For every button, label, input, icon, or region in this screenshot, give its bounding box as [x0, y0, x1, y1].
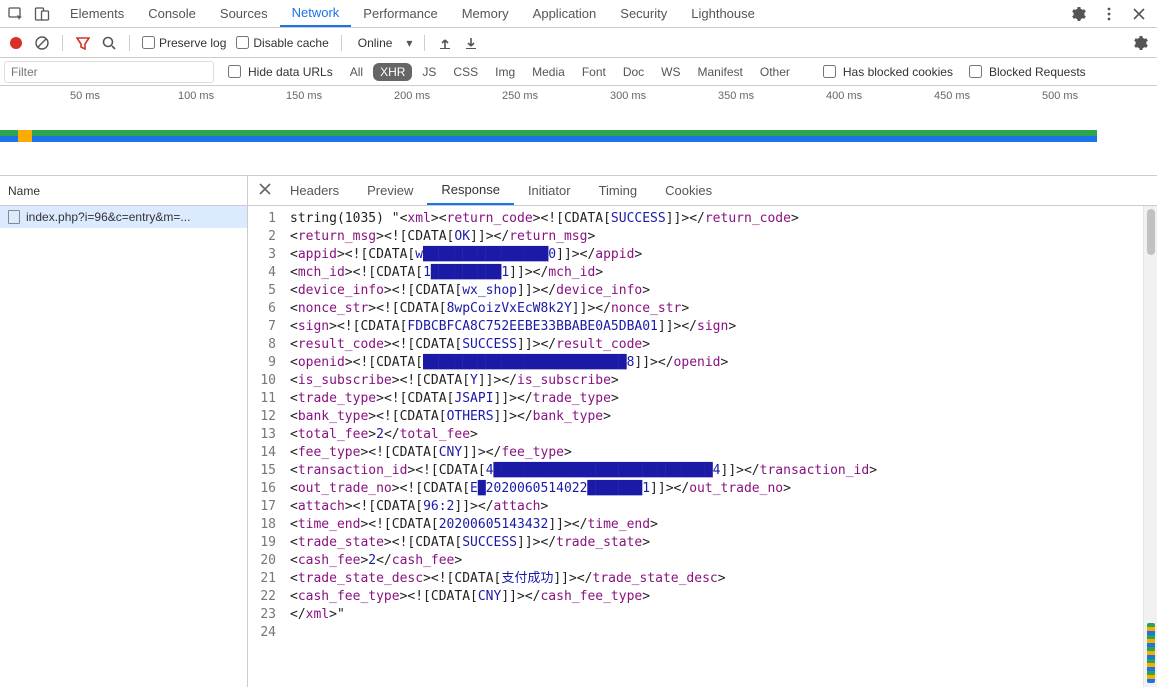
- timeline-bar: [18, 130, 32, 142]
- detail-tab-bar: HeadersPreviewResponseInitiatorTimingCoo…: [248, 176, 1157, 206]
- timeline-tick: 350 ms: [718, 90, 754, 102]
- close-devtools-icon[interactable]: [1131, 6, 1147, 22]
- tab-application[interactable]: Application: [521, 0, 609, 27]
- timeline-tick: 250 ms: [502, 90, 538, 102]
- tab-console[interactable]: Console: [136, 0, 208, 27]
- detail-tab-timing[interactable]: Timing: [585, 176, 652, 205]
- search-icon[interactable]: [101, 35, 117, 51]
- has-blocked-cookies-checkbox[interactable]: Has blocked cookies: [813, 62, 959, 81]
- tab-elements[interactable]: Elements: [58, 0, 136, 27]
- detail-tab-initiator[interactable]: Initiator: [514, 176, 585, 205]
- disable-cache-checkbox[interactable]: Disable cache: [236, 36, 328, 50]
- preserve-log-checkbox[interactable]: Preserve log: [142, 36, 226, 50]
- network-filter-bar: Hide data URLs AllXHRJSCSSImgMediaFontDo…: [0, 58, 1157, 86]
- filter-type-css[interactable]: CSS: [446, 63, 485, 81]
- timeline-tick: 400 ms: [826, 90, 862, 102]
- throttling-select[interactable]: Online ▾: [354, 36, 413, 50]
- device-toolbar-icon[interactable]: [34, 6, 50, 22]
- settings-gear-icon[interactable]: [1071, 6, 1087, 22]
- filter-input[interactable]: [4, 61, 214, 83]
- detail-tab-preview[interactable]: Preview: [353, 176, 427, 205]
- network-toolbar: Preserve log Disable cache Online ▾: [0, 28, 1157, 58]
- filter-toggle-icon[interactable]: [75, 35, 91, 51]
- filter-type-doc[interactable]: Doc: [616, 63, 651, 81]
- blocked-requests-checkbox[interactable]: Blocked Requests: [959, 62, 1092, 81]
- upload-har-icon[interactable]: [437, 35, 453, 51]
- timeline-overview[interactable]: 50 ms 100 ms 150 ms 200 ms 250 ms 300 ms 350 m…: [0, 86, 1157, 176]
- filter-type-all[interactable]: All: [343, 63, 370, 81]
- tab-lighthouse[interactable]: Lighthouse: [679, 0, 767, 27]
- tab-security[interactable]: Security: [608, 0, 679, 27]
- filter-type-ws[interactable]: WS: [654, 63, 687, 81]
- file-icon: [8, 210, 20, 224]
- timeline-tick: 200 ms: [394, 90, 430, 102]
- detail-tab-headers[interactable]: Headers: [276, 176, 353, 205]
- request-row[interactable]: index.php?i=96&c=entry&m=...: [0, 206, 247, 228]
- requests-header-name[interactable]: Name: [0, 176, 247, 206]
- timeline-tick: 450 ms: [934, 90, 970, 102]
- tab-performance[interactable]: Performance: [351, 0, 449, 27]
- clear-icon[interactable]: [34, 35, 50, 51]
- detail-tab-cookies[interactable]: Cookies: [651, 176, 726, 205]
- tab-sources[interactable]: Sources: [208, 0, 280, 27]
- timeline-tick: 50 ms: [70, 90, 100, 102]
- filter-type-img[interactable]: Img: [488, 63, 522, 81]
- devtools-tab-bar: ElementsConsoleSourcesNetworkPerformance…: [0, 0, 1157, 28]
- inspect-element-icon[interactable]: [8, 6, 24, 22]
- scrollbar-minimap: [1147, 623, 1155, 683]
- network-settings-gear-icon[interactable]: [1133, 35, 1149, 51]
- tab-memory[interactable]: Memory: [450, 0, 521, 27]
- request-list-pane: Name index.php?i=96&c=entry&m=...: [0, 176, 248, 687]
- tab-network[interactable]: Network: [280, 0, 352, 27]
- filter-type-media[interactable]: Media: [525, 63, 572, 81]
- record-icon[interactable]: [8, 35, 24, 51]
- kebab-menu-icon[interactable]: [1101, 6, 1117, 22]
- timeline-tick: 150 ms: [286, 90, 322, 102]
- detail-tab-response[interactable]: Response: [427, 176, 514, 205]
- filter-type-other[interactable]: Other: [753, 63, 797, 81]
- filter-type-font[interactable]: Font: [575, 63, 613, 81]
- response-body[interactable]: 123456789101112131415161718192021222324 …: [248, 206, 1157, 687]
- download-har-icon[interactable]: [463, 35, 479, 51]
- hide-data-urls-checkbox[interactable]: Hide data URLs: [218, 62, 339, 81]
- scrollbar[interactable]: [1143, 206, 1157, 687]
- filter-type-manifest[interactable]: Manifest: [691, 63, 750, 81]
- filter-type-js[interactable]: JS: [415, 63, 443, 81]
- close-details-icon[interactable]: [254, 183, 276, 198]
- timeline-tick: 100 ms: [178, 90, 214, 102]
- timeline-tick: 300 ms: [610, 90, 646, 102]
- timeline-tick: 500 ms: [1042, 90, 1078, 102]
- timeline-bar: [0, 136, 1097, 142]
- filter-type-xhr[interactable]: XHR: [373, 63, 412, 81]
- scrollbar-thumb[interactable]: [1147, 209, 1155, 255]
